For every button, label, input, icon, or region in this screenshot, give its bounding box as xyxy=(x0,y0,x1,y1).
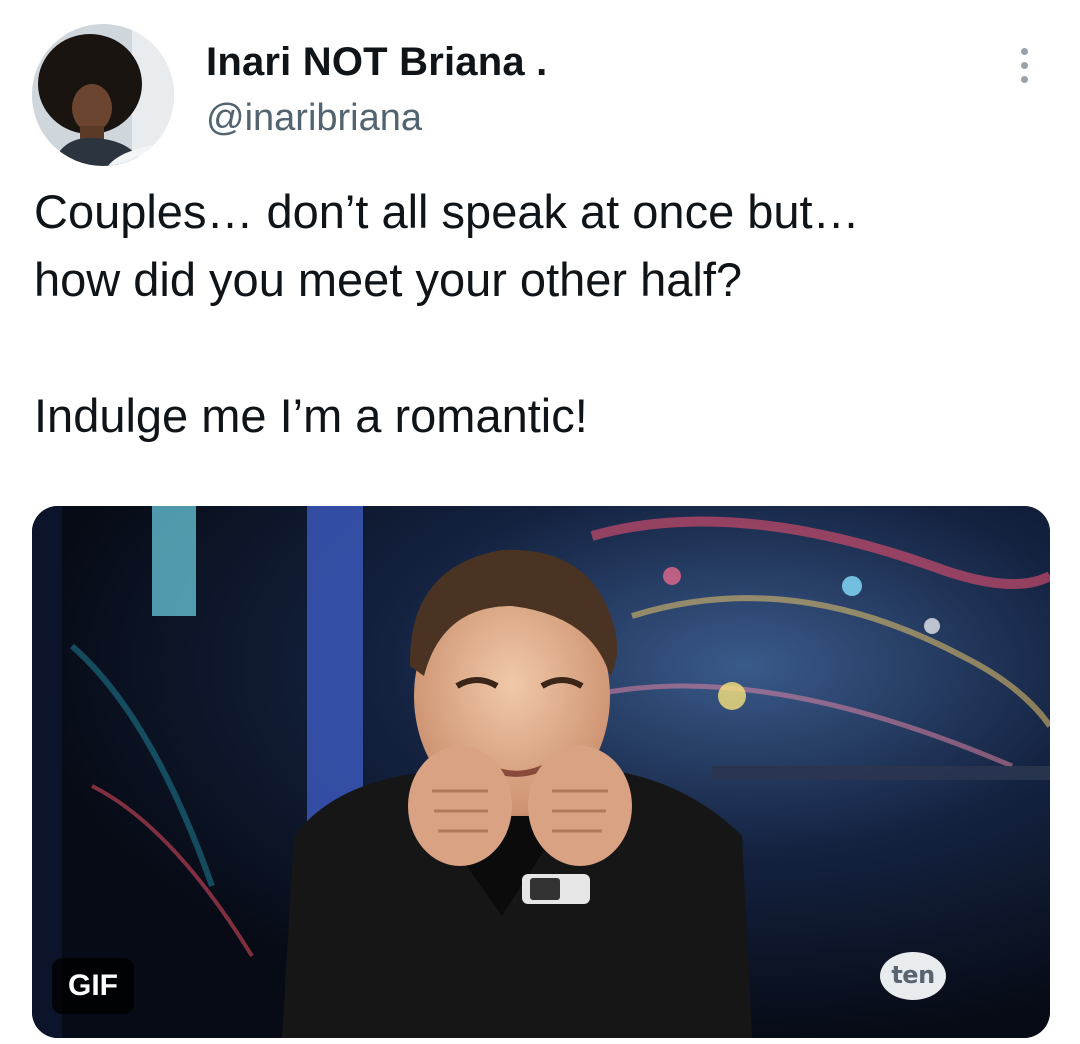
profile-photo xyxy=(32,24,174,166)
tweet-line: Indulge me I’m a romantic! xyxy=(34,389,588,442)
ten-logo: ten xyxy=(880,952,946,1000)
tweet-line: how did you meet your other half? xyxy=(34,253,743,306)
tweet-text: Couples… don’t all speak at once but… ho… xyxy=(34,178,1044,450)
more-options-icon[interactable] xyxy=(1006,44,1044,88)
display-name[interactable]: Inari NOT Briana . xyxy=(206,40,547,84)
gif-badge: GIF xyxy=(52,958,134,1014)
tweet-line: Couples… don’t all speak at once but… xyxy=(34,185,860,238)
user-handle[interactable]: @inaribriana xyxy=(206,97,422,140)
avatar[interactable] xyxy=(32,24,174,166)
